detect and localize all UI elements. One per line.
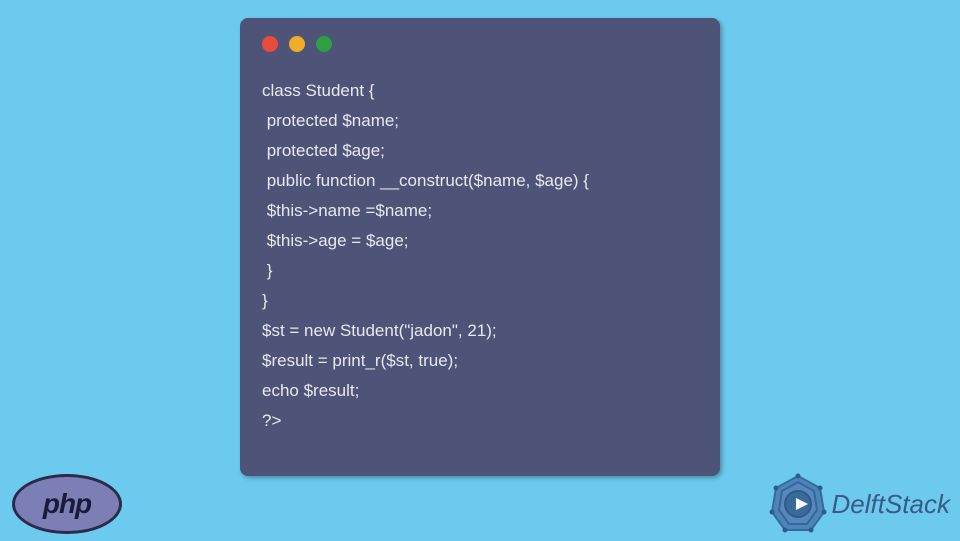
delftstack-logo-text: DelftStack (832, 489, 951, 520)
php-logo-shape: php (12, 474, 122, 534)
maximize-icon (316, 36, 332, 52)
code-content: class Student { protected $name; protect… (240, 52, 720, 436)
php-logo: php (12, 474, 122, 534)
window-controls (240, 18, 720, 52)
code-window: class Student { protected $name; protect… (240, 18, 720, 476)
php-logo-text: php (43, 488, 91, 520)
delftstack-logo: DelftStack (766, 472, 951, 536)
delftstack-icon (766, 472, 830, 536)
minimize-icon (289, 36, 305, 52)
close-icon (262, 36, 278, 52)
